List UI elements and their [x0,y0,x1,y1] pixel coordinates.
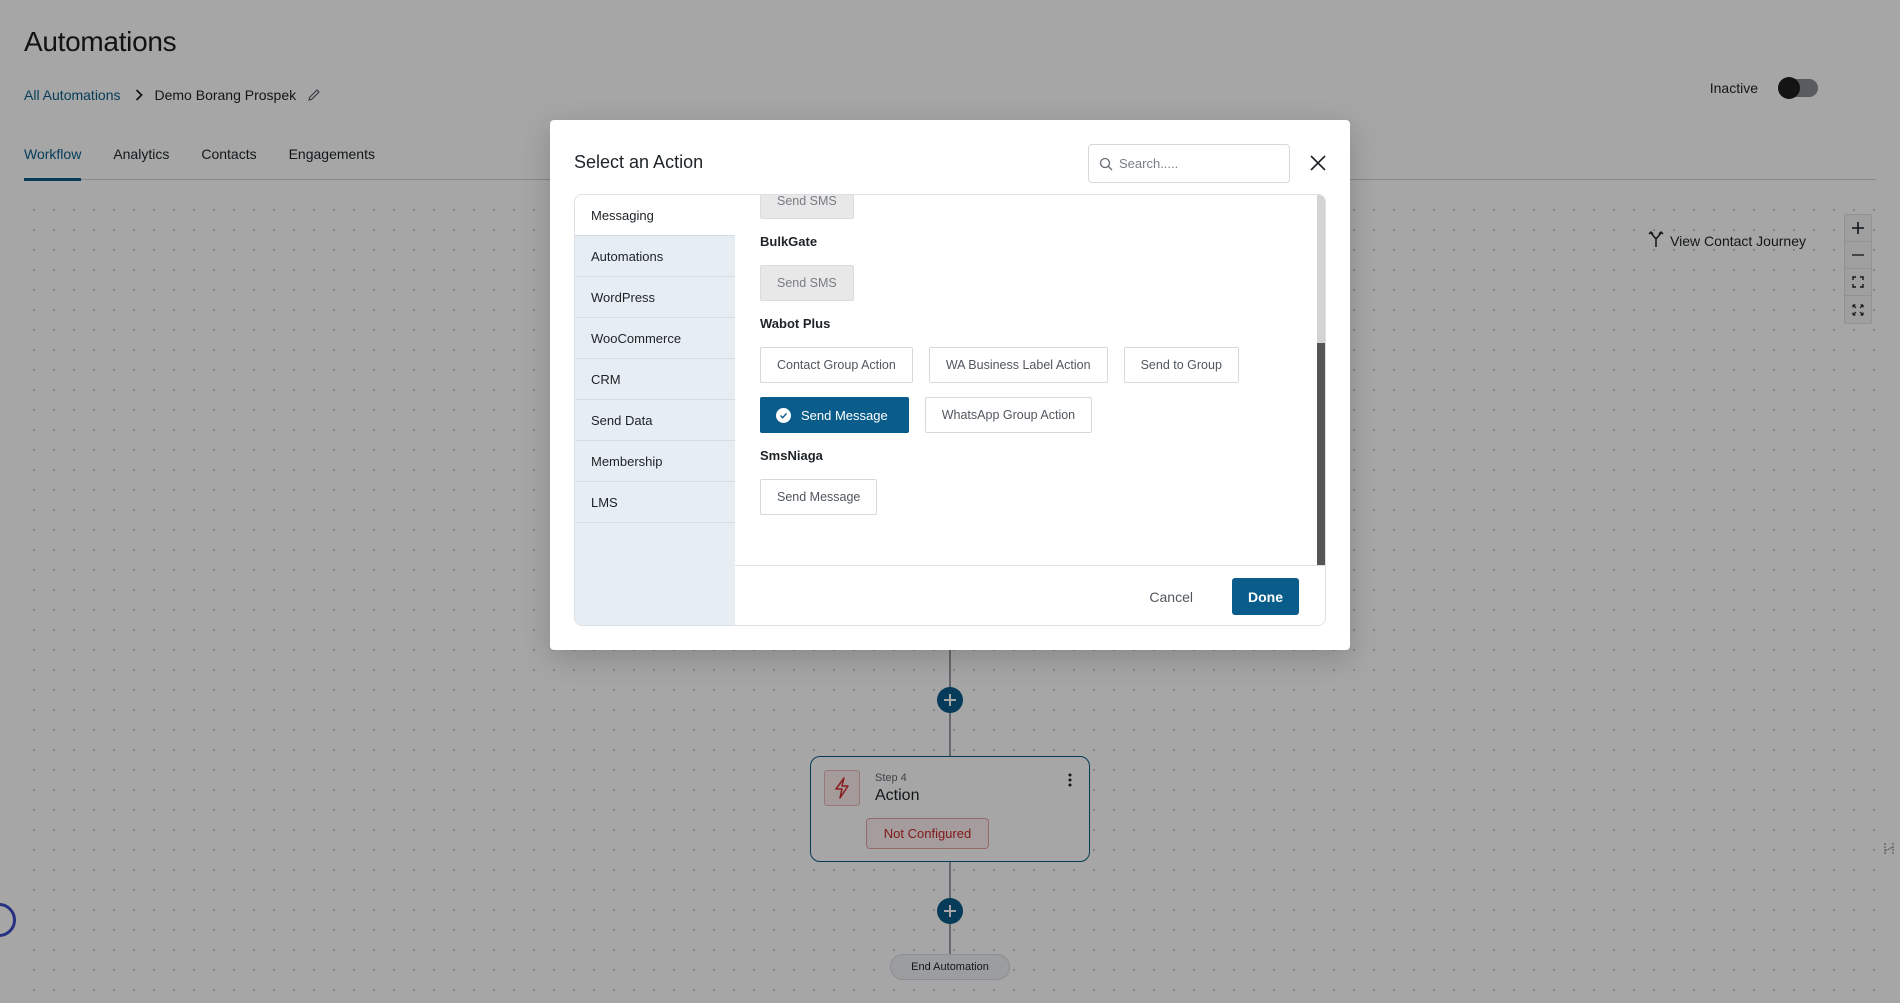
provider-title-bulkgate: BulkGate [760,234,818,249]
provider-actions: Send SMS [760,195,1317,219]
action-smsniaga-send-message[interactable]: Send Message [760,479,878,515]
category-membership[interactable]: Membership [575,441,735,482]
provider-actions: Contact Group Action WA Business Label A… [760,347,1317,383]
action-label: Send Message [801,407,888,423]
action-send-sms[interactable]: Send SMS [760,195,854,219]
action-list-pane: Send SMS BulkGate Send SMS Wabot Plus Co… [735,195,1325,565]
select-action-modal: Select an Action Messaging Automations W… [550,120,1350,650]
action-send-to-group[interactable]: Send to Group [1123,347,1239,383]
category-list: Messaging Automations WordPress WooComme… [575,195,735,625]
provider-actions: Send SMS [760,265,1317,301]
category-messaging[interactable]: Messaging [575,195,735,236]
provider-title-smsniaga: SmsNiaga [760,448,823,463]
category-wordpress[interactable]: WordPress [575,277,735,318]
action-list: Send SMS BulkGate Send SMS Wabot Plus Co… [735,195,1317,530]
close-icon [1310,155,1326,171]
done-button[interactable]: Done [1232,578,1299,615]
search-icon [1099,157,1113,170]
cancel-button[interactable]: Cancel [1137,578,1205,615]
provider-title-wabot-plus: Wabot Plus [760,316,831,331]
category-automations[interactable]: Automations [575,236,735,277]
action-search-field[interactable] [1088,144,1290,183]
action-contact-group-action[interactable]: Contact Group Action [760,347,913,383]
category-crm[interactable]: CRM [575,359,735,400]
action-bulkgate-send-sms[interactable]: Send SMS [760,265,854,301]
action-wabot-send-message[interactable]: Send Message [760,397,909,433]
close-modal-button[interactable] [1308,153,1328,173]
provider-actions: Send Message WhatsApp Group Action [760,397,1317,433]
modal-body: Messaging Automations WordPress WooComme… [574,194,1326,626]
category-lms[interactable]: LMS [575,482,735,523]
scrollbar-thumb[interactable] [1317,343,1325,565]
provider-actions: Send Message [760,479,1317,515]
modal-title: Select an Action [574,152,704,172]
category-woocommerce[interactable]: WooCommerce [575,318,735,359]
action-list-scrollbar[interactable] [1317,195,1325,565]
action-wa-business-label-action[interactable]: WA Business Label Action [928,347,1108,383]
modal-footer: Cancel Done [735,565,1325,625]
check-circle-icon [776,407,791,423]
category-send-data[interactable]: Send Data [575,400,735,441]
action-search-input[interactable] [1119,156,1279,171]
action-whatsapp-group-action[interactable]: WhatsApp Group Action [924,397,1093,433]
